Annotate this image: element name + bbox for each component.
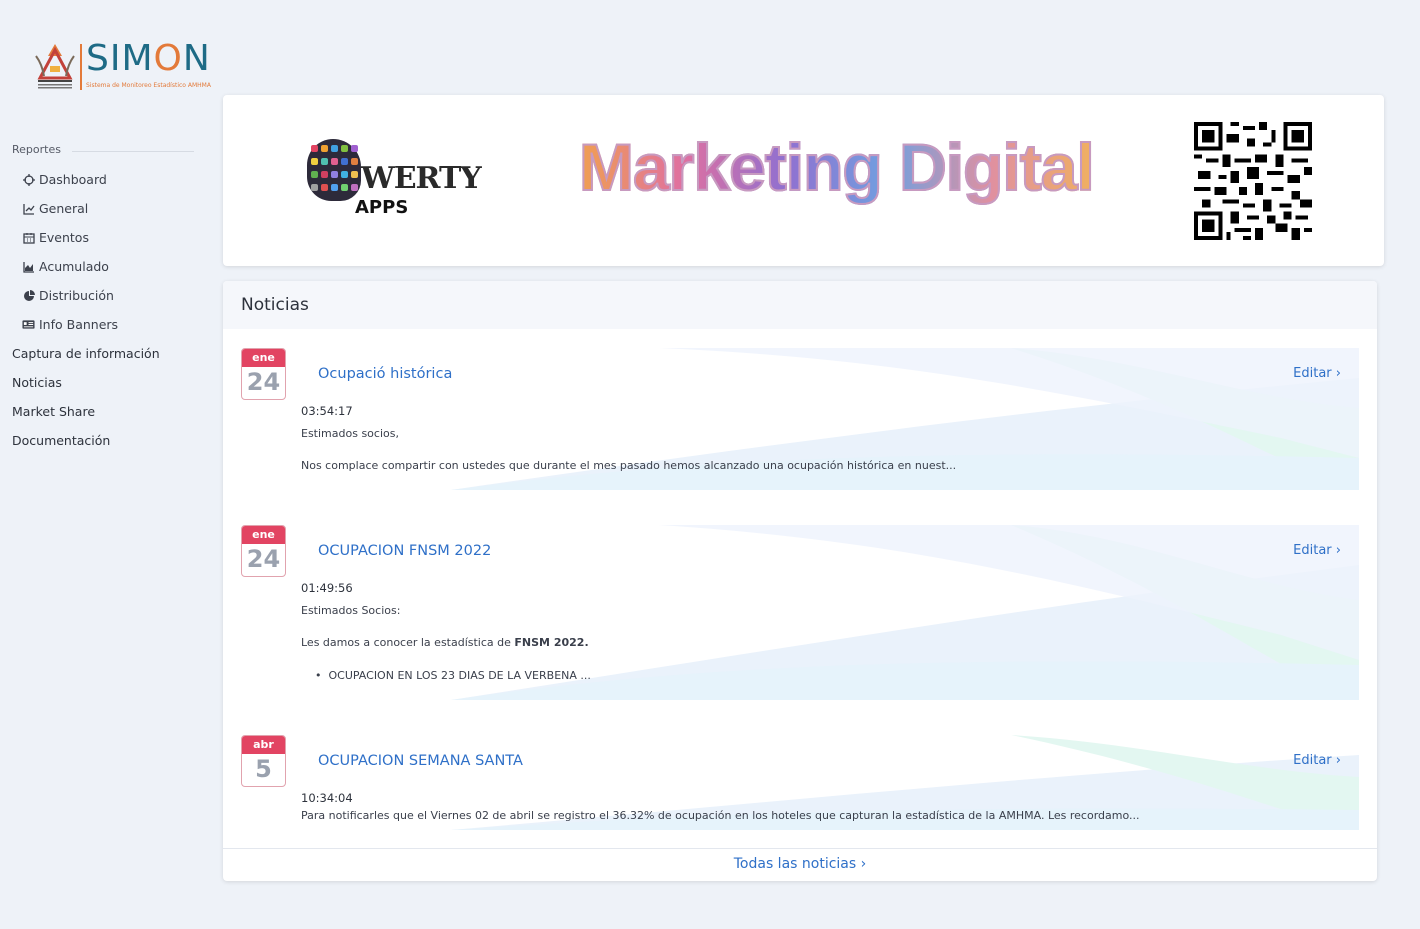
- date-badge-month: abr: [242, 736, 285, 754]
- sidebar-item-label: Acumulado: [39, 259, 109, 274]
- sidebar: SIMON Sistema de Monitoreo Estadístico A…: [0, 0, 211, 929]
- chevron-right-icon: ›: [1335, 753, 1341, 768]
- qwerty-apps-logo: WERTY APPS: [307, 139, 507, 219]
- sidebar-item-captura[interactable]: Captura de información: [12, 346, 160, 361]
- news-item-title[interactable]: OCUPACION SEMANA SANTA: [318, 753, 523, 769]
- section-reportes-label: Reportes: [12, 143, 61, 156]
- chevron-right-icon: ›: [1335, 543, 1341, 558]
- marketing-digital-headline: Marketing Digital: [578, 129, 1096, 205]
- edit-link[interactable]: Editar ›: [1293, 753, 1341, 768]
- news-item-excerpt: Nos complace compartir con ustedes que d…: [301, 459, 957, 472]
- line-chart-icon: [22, 202, 35, 215]
- sidebar-item-label: Distribución: [39, 288, 114, 303]
- sidebar-item-eventos[interactable]: Eventos: [22, 230, 89, 245]
- news-item[interactable]: ene 24 OCUPACION FNSM 2022 Editar › 01:4…: [241, 525, 1359, 700]
- news-card-title: Noticias: [223, 281, 1377, 329]
- sidebar-item-dashboard[interactable]: Dashboard: [22, 172, 107, 187]
- qwerty-apps-text: APPS: [355, 197, 409, 218]
- chevron-right-icon: ›: [1335, 366, 1341, 381]
- logo-subtitle: Sistema de Monitoreo Estadístico AMHMA: [86, 82, 211, 89]
- date-badge-day: 24: [246, 545, 281, 573]
- date-badge-day: 24: [246, 368, 281, 396]
- sidebar-item-label: Eventos: [39, 230, 89, 245]
- news-item-bullet: • OCUPACION EN LOS 23 DIAS DE LA VERBENA…: [315, 669, 591, 682]
- news-item-time: 03:54:17: [301, 404, 353, 418]
- qr-code-icon: [1194, 122, 1312, 240]
- news-item-excerpt: Les damos a conocer la estadística de FN…: [301, 636, 589, 649]
- news-item-title[interactable]: Ocupació histórica: [318, 366, 452, 382]
- logo-separator: [80, 44, 82, 90]
- news-item[interactable]: abr 5 OCUPACION SEMANA SANTA Editar › 10…: [241, 735, 1359, 830]
- date-badge-month: ene: [242, 526, 285, 544]
- sidebar-item-label: Dashboard: [39, 172, 107, 187]
- sidebar-item-info-banners[interactable]: Info Banners: [22, 317, 118, 332]
- sidebar-item-label: General: [39, 201, 89, 216]
- sidebar-item-noticias[interactable]: Noticias: [12, 375, 62, 390]
- news-item-time: 01:49:56: [301, 581, 353, 595]
- sidebar-item-general[interactable]: General: [22, 201, 88, 216]
- date-badge-month: ene: [242, 349, 285, 367]
- sidebar-item-market-share[interactable]: Market Share: [12, 404, 95, 419]
- crosshair-icon: [22, 173, 35, 186]
- pie-chart-icon: [22, 289, 35, 302]
- edit-link[interactable]: Editar ›: [1293, 366, 1341, 381]
- news-item[interactable]: ene 24 Ocupació histórica Editar › 03:54…: [241, 348, 1359, 490]
- chevron-right-icon: ›: [860, 856, 867, 872]
- sidebar-item-distribucion[interactable]: Distribución: [22, 288, 114, 303]
- news-item-excerpt: Para notificarles que el Viernes 02 de a…: [301, 809, 1140, 822]
- simon-logo[interactable]: SIMON Sistema de Monitoreo Estadístico A…: [32, 38, 222, 96]
- sidebar-item-documentacion[interactable]: Documentación: [12, 433, 110, 448]
- sidebar-item-label: Info Banners: [39, 317, 119, 332]
- calendar-icon: [22, 231, 35, 244]
- area-chart-icon: [22, 260, 35, 273]
- news-item-greeting: Estimados socios,: [301, 427, 399, 440]
- promo-banner[interactable]: WERTY APPS Marketing Digital: [223, 95, 1384, 266]
- section-divider: [72, 151, 194, 152]
- sidebar-item-acumulado[interactable]: Acumulado: [22, 259, 109, 274]
- id-card-icon: [22, 318, 35, 331]
- edit-link[interactable]: Editar ›: [1293, 543, 1341, 558]
- news-item-time: 10:34:04: [301, 791, 353, 805]
- news-item-greeting: Estimados Socios:: [301, 604, 401, 617]
- news-item-title[interactable]: OCUPACION FNSM 2022: [318, 543, 491, 559]
- date-badge-day: 5: [255, 755, 272, 783]
- date-badge: ene 24: [241, 525, 286, 577]
- qwerty-head-graphic: [307, 139, 361, 201]
- date-badge: abr 5: [241, 735, 286, 787]
- news-card: Noticias ene 24 Ocupació histórica Edita…: [223, 281, 1377, 881]
- qwerty-word: WERTY: [361, 161, 482, 196]
- amhma-emblem-icon: [35, 44, 75, 89]
- all-news-link[interactable]: Todas las noticias ›: [223, 848, 1377, 881]
- logo-wordmark: SIMON: [86, 38, 211, 79]
- date-badge: ene 24: [241, 348, 286, 400]
